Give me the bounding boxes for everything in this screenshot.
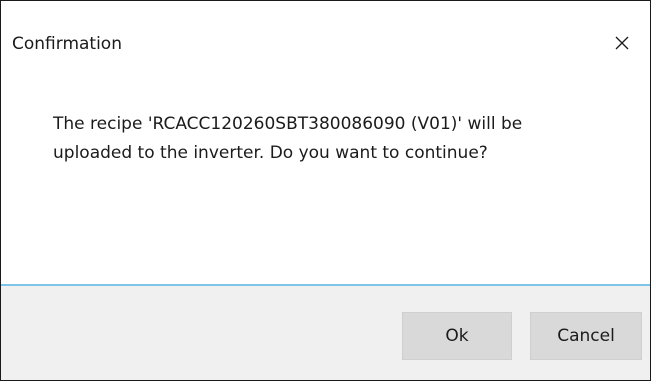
message-line-1: The recipe 'RCACC120260SBT380086090 (V01… [53,114,523,134]
ok-button[interactable]: Ok [402,312,512,360]
close-button[interactable] [594,22,650,64]
dialog-title: Confirmation [12,34,122,54]
message-line-2: uploaded to the inverter. Do you want to… [53,143,488,163]
dialog-footer: Ok Cancel [1,286,650,380]
cancel-button[interactable]: Cancel [530,312,642,360]
dialog-title-bar: Confirmation [1,1,650,81]
close-icon [615,36,629,50]
confirmation-dialog: Confirmation The recipe 'RCACC120260SBT3… [0,0,651,381]
dialog-content: The recipe 'RCACC120260SBT380086090 (V01… [1,81,650,284]
confirmation-message: The recipe 'RCACC120260SBT380086090 (V01… [53,110,613,168]
